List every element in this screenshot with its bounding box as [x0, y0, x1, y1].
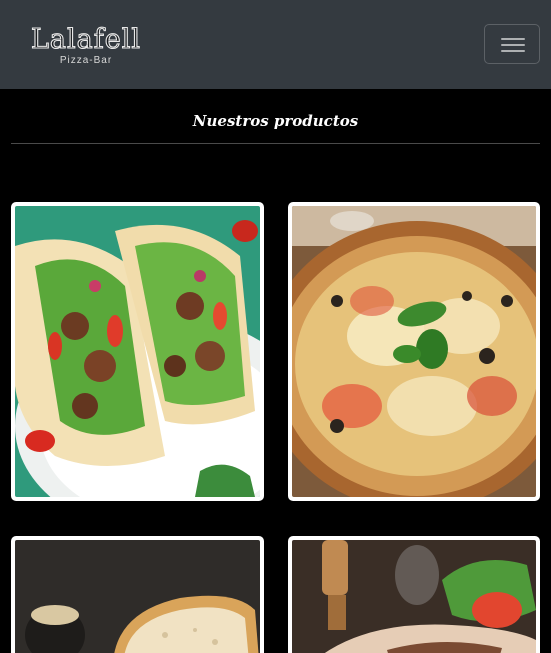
product-card-pizza[interactable] — [288, 202, 540, 501]
pizza-margherita-photo — [292, 206, 536, 497]
brand-name: Lalafell — [30, 23, 141, 55]
tacos-photo — [15, 206, 260, 497]
hamburger-icon-bar — [501, 44, 525, 46]
grilled-meat-salad-photo — [292, 540, 536, 653]
section-divider — [11, 143, 540, 144]
product-card-bread[interactable] — [11, 536, 264, 653]
hamburger-icon — [501, 38, 525, 40]
product-card-tacos[interactable] — [11, 202, 264, 501]
section-title: Nuestros productos — [192, 112, 359, 130]
bread-photo — [15, 540, 260, 653]
product-card-grill[interactable] — [288, 536, 540, 653]
navbar: Lalafell Pizza-Bar — [0, 0, 551, 89]
menu-toggle-button[interactable] — [484, 24, 540, 64]
brand-logo[interactable]: Lalafell Pizza-Bar — [20, 23, 152, 70]
hamburger-icon-bar — [501, 50, 525, 52]
brand-tagline: Pizza-Bar — [59, 55, 113, 66]
